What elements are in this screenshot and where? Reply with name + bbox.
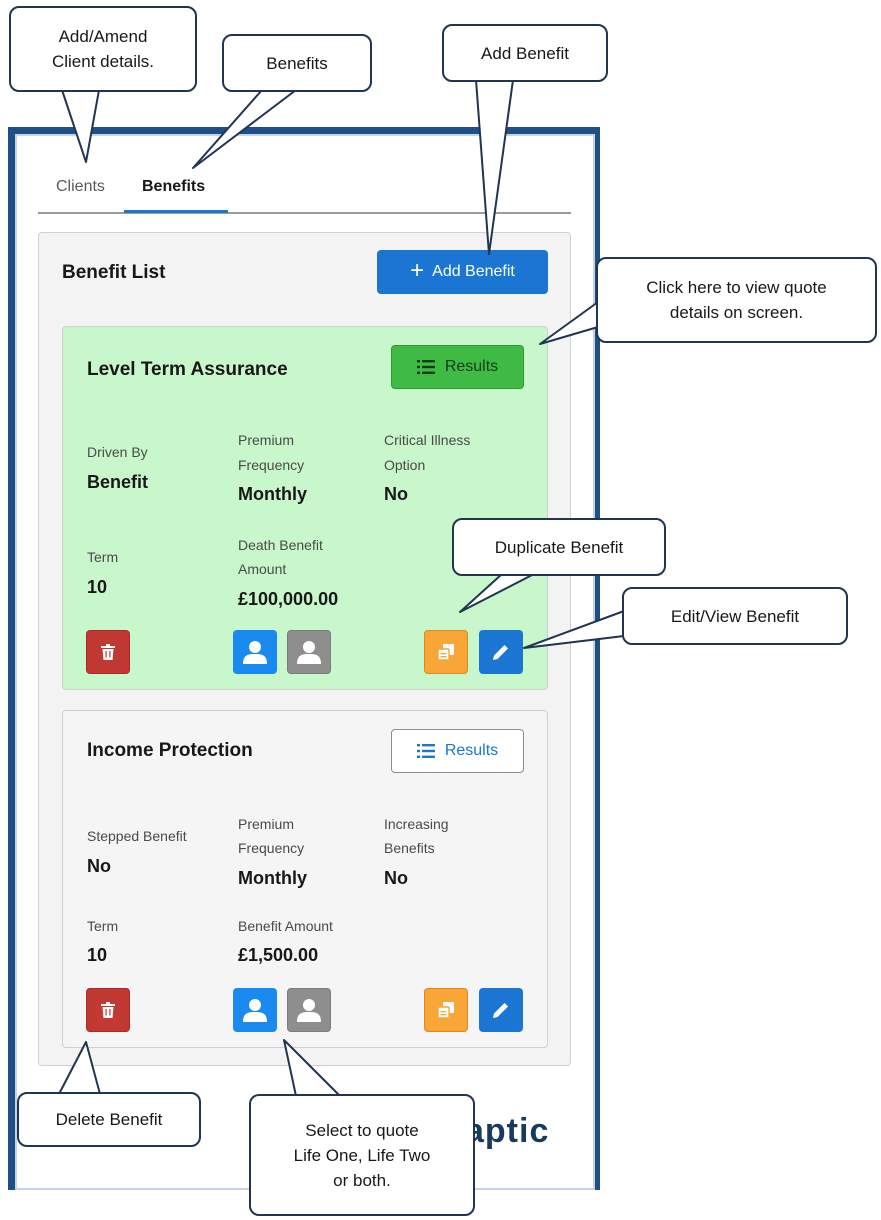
increasing-benefits-label-line2: Benefits [384,840,435,856]
critical-illness-label-line2: Option [384,457,426,473]
callout-benefits: Benefits [222,34,372,92]
premium-frequency-label-line2: Frequency [238,840,305,856]
critical-illness-label-line1: Critical Illness [384,432,471,448]
callout-select-lives: Select to quote Life One, Life Two or bo… [249,1094,475,1216]
benefit-list-title: Benefit List [62,262,166,283]
callout-clients: Add/Amend Client details. [9,6,197,92]
term-label: Term [87,918,119,934]
life-two-toggle[interactable] [287,630,331,674]
results-label: Results [444,742,499,759]
driven-by-label: Driven By [87,444,148,460]
results-button[interactable]: Results [391,345,524,389]
callout-clients-line2: Client details. [51,52,155,71]
delete-button[interactable] [86,988,130,1032]
benefit-card-income-protection: Income Protection Results Stepped Benefi… [62,710,548,1048]
term-value: 10 [87,577,108,597]
life-one-toggle[interactable] [233,988,277,1032]
callout-results: Click here to view quote details on scre… [596,257,877,343]
death-benefit-label-line2: Amount [238,561,287,577]
callout-edit-text: Edit/View Benefit [670,606,800,626]
premium-frequency-value: Monthly [238,868,307,888]
delete-button[interactable] [86,630,130,674]
callout-select-line2: Life One, Life Two [293,1145,431,1165]
list-icon [416,360,435,374]
tab-active-indicator [124,210,228,213]
death-benefit-label-line1: Death Benefit [238,537,323,553]
edit-button[interactable] [479,988,523,1032]
term-value: 10 [87,945,108,965]
plus-icon: + [410,257,425,284]
tab-benefits[interactable]: Benefits [142,176,205,198]
tab-divider [38,212,571,214]
pencil-icon [493,1003,508,1018]
callout-add-benefit-text: Add Benefit [481,43,569,63]
callout-select-line1: Select to quote [305,1120,419,1140]
benefit-amount-value: £1,500.00 [238,945,319,965]
duplicate-button[interactable] [424,988,468,1032]
stepped-benefit-value: No [87,856,111,876]
tab-clients[interactable]: Clients [56,176,105,198]
results-button[interactable]: Results [391,729,524,773]
driven-by-value: Benefit [87,472,149,492]
benefit-amount-label: Benefit Amount [238,918,333,934]
life-two-toggle[interactable] [287,988,331,1032]
edit-button[interactable] [479,630,523,674]
premium-frequency-label-line1: Premium [238,432,295,448]
copy-icon [438,1002,454,1018]
add-benefit-button[interactable]: + Add Benefit [377,250,548,294]
callout-edit: Edit/View Benefit [622,587,848,645]
increasing-benefits-value: No [384,868,408,888]
callout-results-line2: details on screen. [669,303,804,322]
premium-frequency-value: Monthly [238,484,307,504]
copy-icon [438,644,454,660]
trash-icon [101,1002,115,1018]
user-icon [243,999,267,1022]
add-benefit-label: Add Benefit [432,263,515,280]
callout-duplicate-text: Duplicate Benefit [494,537,624,557]
trash-icon [101,644,115,660]
benefit-title: Level Term Assurance [87,359,288,380]
results-label: Results [444,358,499,375]
premium-frequency-label-line2: Frequency [238,457,305,473]
callout-clients-line1: Add/Amend [58,27,148,46]
life-one-toggle[interactable] [233,630,277,674]
stepped-benefit-label: Stepped Benefit [87,828,187,844]
callout-add-benefit: Add Benefit [442,24,608,82]
user-icon [297,999,321,1022]
callout-results-line1: Click here to view quote [646,278,827,297]
list-icon [416,744,435,758]
critical-illness-value: No [384,484,408,504]
increasing-benefits-label-line1: Increasing [384,816,449,832]
brand-logo: aptic [465,1112,550,1150]
premium-frequency-label-line1: Premium [238,816,295,832]
callout-duplicate: Duplicate Benefit [452,518,666,576]
death-benefit-value: £100,000.00 [238,589,339,609]
term-label: Term [87,549,119,565]
user-icon [297,641,321,664]
callout-delete-text: Delete Benefit [55,1110,163,1129]
duplicate-button[interactable] [424,630,468,674]
callout-delete: Delete Benefit [17,1092,201,1147]
callout-benefits-text: Benefits [266,53,328,73]
user-icon [243,641,267,664]
pencil-icon [493,645,508,660]
benefit-card-level-term: Level Term Assurance Results Driven By B… [62,326,548,690]
benefit-title: Income Protection [87,740,253,761]
callout-select-line3: or both. [333,1170,391,1190]
